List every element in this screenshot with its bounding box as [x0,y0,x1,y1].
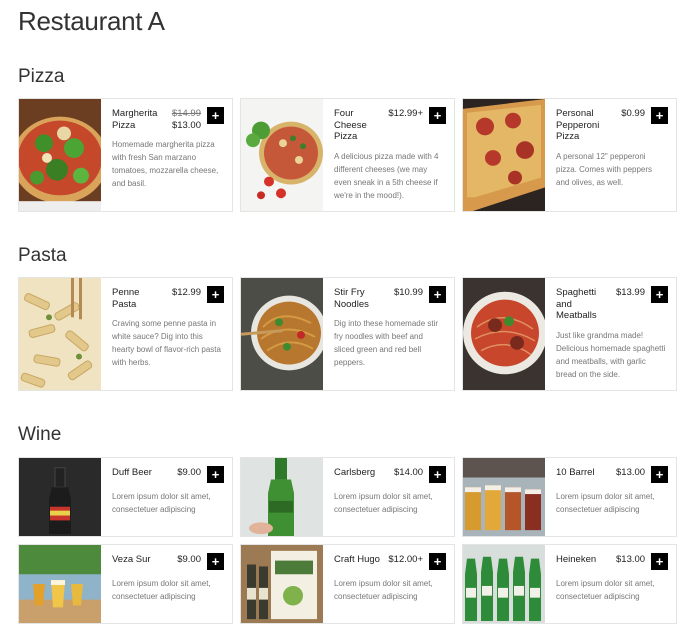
wine-grid: Duff Beer $9.00 + Lorem ipsum dolor sit … [18,457,677,624]
item-name: Duff Beer [112,467,152,478]
item-description: Dig into these homemade stir fry noodles… [334,319,439,367]
item-name: Four Cheese Pizza [334,108,367,142]
item-name: Spaghetti and Meatballs [556,287,597,321]
pepperoni-pizza-image [463,99,545,211]
item-name: Veza Sur [112,554,151,565]
add-to-cart-button[interactable]: + [651,286,668,303]
menu-item-heineken[interactable]: Heineken $13.00 + Lorem ipsum dolor sit … [462,544,677,624]
section-title-pasta: Pasta [18,245,67,266]
pasta-grid: Penne Pasta $12.99 + Craving some penne … [18,277,677,391]
penne-pasta-image [19,278,101,390]
item-name: Penne Pasta [112,287,140,310]
item-description: Lorem ipsum dolor sit amet, consectetuer… [112,579,211,601]
item-price: $10.99 [393,287,423,298]
veza-sur-image [19,545,101,623]
item-price: $13.00 [616,467,646,478]
add-to-cart-button[interactable]: + [651,466,669,483]
item-price: $12.99 [171,287,201,298]
item-description: A personal 12" pepperoni pizza. Comes wi… [556,151,653,187]
item-price: $14.00 [394,467,424,478]
craft-hugo-image [241,545,323,623]
item-old-price: $14.99 [171,108,201,119]
item-description: Lorem ipsum dolor sit amet, consectetuer… [556,492,655,514]
item-description: Lorem ipsum dolor sit amet, consectetuer… [334,492,433,514]
item-description: A delicious pizza made with 4 different … [334,151,439,200]
duff-beer-image [19,458,101,536]
item-price: $0.99 [621,108,645,119]
section-title-wine: Wine [18,424,62,445]
add-to-cart-button[interactable]: + [429,286,446,303]
item-description: Homemade margherita pizza with fresh San… [112,140,219,188]
add-to-cart-button[interactable]: + [651,553,669,570]
add-to-cart-button[interactable]: + [207,286,224,303]
item-description: Craving some penne pasta in white sauce?… [112,319,221,367]
section-title-pizza: Pizza [18,66,65,87]
spaghetti-meatballs-image [463,278,545,390]
margherita-pizza-image [19,99,101,211]
add-to-cart-button[interactable]: + [207,466,224,483]
menu-item-duff-beer[interactable]: Duff Beer $9.00 + Lorem ipsum dolor sit … [18,457,233,537]
item-price: $12.99+ [388,108,423,119]
item-price: $9.00 [177,467,201,478]
add-to-cart-button[interactable]: + [429,466,447,483]
item-price: $9.00 [177,554,201,565]
item-price: $12.00+ [388,554,423,565]
item-name: Carlsberg [334,467,376,478]
10-barrel-image [463,458,545,536]
menu-item-carlsberg[interactable]: Carlsberg $14.00 + Lorem ipsum dolor sit… [240,457,455,537]
item-name: Margherita Pizza [112,108,158,131]
menu-item-personal-pepperoni-pizza[interactable]: Personal Pepperoni Pizza $0.99 + A perso… [462,98,677,212]
item-name: 10 Barrel [556,467,595,478]
menu-item-10-barrel[interactable]: 10 Barrel $13.00 + Lorem ipsum dolor sit… [462,457,677,537]
item-description: Lorem ipsum dolor sit amet, consectetuer… [556,579,655,601]
add-to-cart-button[interactable]: + [429,553,446,570]
menu-item-margherita-pizza[interactable]: Margherita Pizza $14.99 $13.00 + Homemad… [18,98,233,212]
menu-item-stir-fry-noodles[interactable]: Stir Fry Noodles $10.99 + Dig into these… [240,277,455,391]
item-name: Stir Fry Noodles [334,287,369,310]
item-price: $13.99 [615,287,645,298]
item-price: $13.00 [616,554,646,565]
menu-item-penne-pasta[interactable]: Penne Pasta $12.99 + Craving some penne … [18,277,233,391]
four-cheese-pizza-image [241,99,323,211]
item-description: Lorem ipsum dolor sit amet, consectetuer… [334,579,433,601]
item-name: Personal Pepperoni Pizza [556,108,600,142]
heineken-image [463,545,545,623]
item-price: $13.00 [171,119,201,131]
menu-item-veza-sur[interactable]: Veza Sur $9.00 + Lorem ipsum dolor sit a… [18,544,233,624]
menu-item-craft-hugo[interactable]: Craft Hugo $12.00+ + Lorem ipsum dolor s… [240,544,455,624]
restaurant-title: Restaurant A [18,6,165,36]
item-description: Lorem ipsum dolor sit amet, consectetuer… [112,492,211,514]
stir-fry-noodles-image [241,278,323,390]
item-name: Craft Hugo [334,554,380,565]
carlsberg-image [241,458,323,536]
menu-item-spaghetti-and-meatballs[interactable]: Spaghetti and Meatballs $13.99 + Just li… [462,277,677,391]
add-to-cart-button[interactable]: + [429,107,446,124]
add-to-cart-button[interactable]: + [207,553,224,570]
item-name: Heineken [556,554,597,565]
add-to-cart-button[interactable]: + [651,107,668,124]
menu-item-four-cheese-pizza[interactable]: Four Cheese Pizza $12.99+ + A delicious … [240,98,455,212]
item-description: Just like grandma made! Delicious homema… [556,330,666,379]
pizza-grid: Margherita Pizza $14.99 $13.00 + Homemad… [18,98,677,212]
add-to-cart-button[interactable]: + [207,107,224,124]
